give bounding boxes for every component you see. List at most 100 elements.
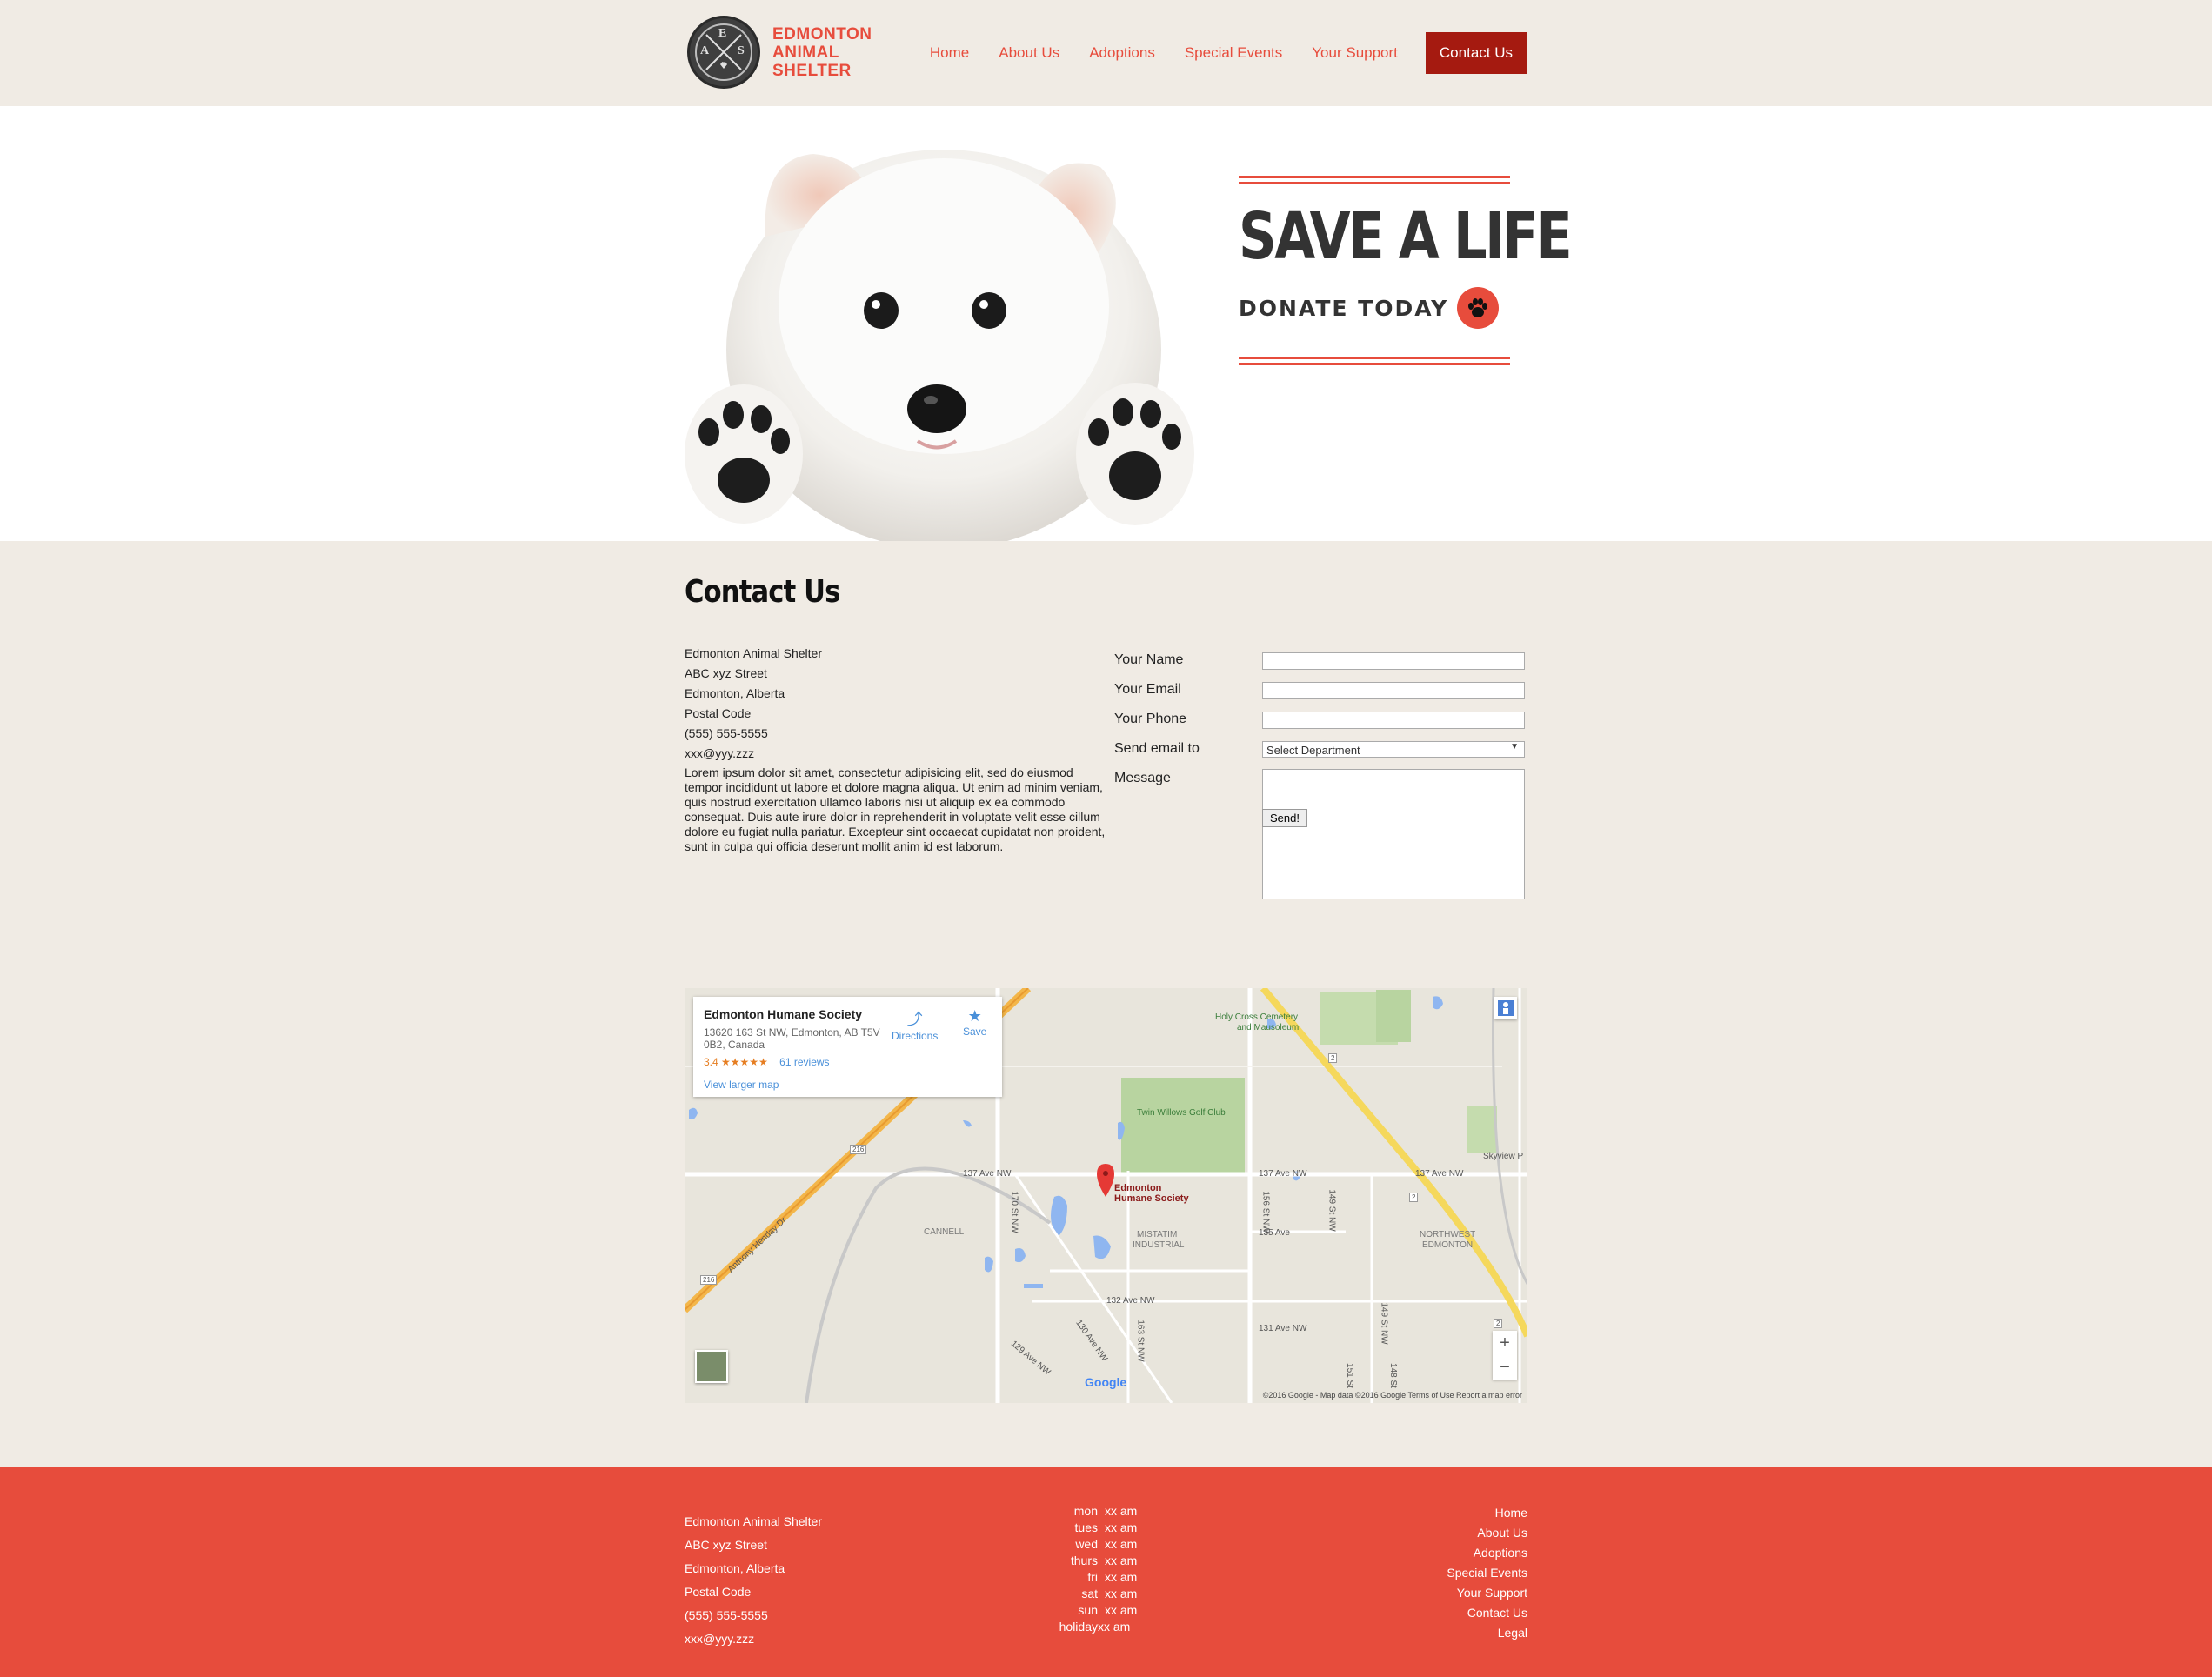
hero-banner: SAVE A LIFE DONATE TODAY — [0, 106, 2212, 541]
name-label: Your Name — [1114, 652, 1184, 667]
address-street: ABC xyz Street — [685, 666, 767, 680]
google-logo-text: Google — [1085, 1375, 1127, 1389]
footer-address-street: ABC xyz Street — [685, 1538, 767, 1552]
zoom-in-button[interactable]: + — [1493, 1331, 1517, 1355]
map-label-137-ave-b: 137 Ave NW — [1259, 1169, 1307, 1179]
footer-link-contact-us[interactable]: Contact Us — [1353, 1603, 1527, 1623]
directions-icon: ⤴ — [906, 1011, 923, 1028]
footer-link-your-support[interactable]: Your Support — [1353, 1583, 1527, 1603]
donate-row[interactable]: DONATE TODAY — [1239, 287, 1510, 329]
location-map[interactable]: Holy Cross Cemetery and Mausoleum Twin W… — [685, 988, 1527, 1403]
donate-today-link[interactable]: DONATE TODAY — [1239, 296, 1448, 321]
logo-badge-icon: A E S — [687, 16, 760, 89]
email-field[interactable] — [1262, 682, 1525, 699]
map-label-northwest: NORTHWEST — [1420, 1230, 1476, 1239]
hours-row: holiday xx am — [1053, 1619, 1137, 1635]
site-footer: Edmonton Animal Shelter ABC xyz Street E… — [0, 1467, 2212, 1677]
site-logo[interactable]: A E S EDMONTON ANIMAL SHELTER — [687, 16, 872, 89]
map-label-148-st: 148 St — [1387, 1363, 1398, 1388]
google-logo: Google — [1085, 1375, 1126, 1389]
map-reviews-link[interactable]: 61 reviews — [779, 1056, 829, 1068]
map-label-156-st: 156 St NW — [1260, 1191, 1271, 1233]
footer-link-legal[interactable]: Legal — [1353, 1623, 1527, 1643]
send-button[interactable]: Send! — [1262, 809, 1307, 827]
zoom-control: + − — [1493, 1331, 1517, 1380]
map-shield-2-a: 2 — [1328, 1053, 1338, 1063]
map-place-address: 13620 163 St NW, Edmonton, AB T5V 0B2, C… — [704, 1026, 880, 1051]
map-label-cemetery: Holy Cross Cemetery — [1215, 1012, 1299, 1022]
map-label-cemetery-2: and Mausoleum — [1237, 1023, 1300, 1032]
map-label-170-st: 170 St NW — [1009, 1191, 1019, 1233]
department-label: Send email to — [1114, 741, 1200, 756]
zoom-out-button[interactable]: − — [1493, 1355, 1517, 1380]
directions-button[interactable]: ⤴ Directions — [892, 1007, 938, 1042]
nav-special-events[interactable]: Special Events — [1185, 44, 1282, 62]
hours-day: sat — [1081, 1587, 1098, 1600]
address-name: Edmonton Animal Shelter — [685, 646, 822, 660]
name-field[interactable] — [1262, 652, 1525, 670]
map-attribution[interactable]: ©2016 Google - Map data ©2016 Google Ter… — [1263, 1391, 1522, 1400]
address-postal: Postal Code — [685, 706, 752, 720]
logo-letter-e: E — [718, 27, 727, 40]
nav-about-us[interactable]: About Us — [999, 44, 1059, 62]
address-phone: (555) 555-5555 — [685, 726, 768, 740]
map-label-industrial: INDUSTRIAL — [1133, 1240, 1185, 1250]
map-marker-label-2: Humane Society — [1114, 1193, 1189, 1204]
hours-time: xx am — [1098, 1620, 1131, 1634]
map-rating: 3.4 ★★★★★ 61 reviews — [704, 1056, 992, 1068]
map-label-golf: Twin Willows Golf Club — [1137, 1108, 1226, 1118]
phone-field[interactable] — [1262, 712, 1525, 729]
paw-icon[interactable] — [1457, 287, 1500, 329]
contact-section: Contact Us Edmonton Animal Shelter ABC x… — [685, 574, 1528, 899]
message-label: Message — [1114, 771, 1171, 785]
donate-callout[interactable]: SAVE A LIFE DONATE TODAY — [1239, 176, 1573, 365]
map-label-132-ave: 132 Ave NW — [1106, 1296, 1155, 1306]
save-place-button[interactable]: ★ Save — [963, 1007, 986, 1038]
hours-row: sat xx am — [1053, 1586, 1137, 1602]
map-shield-2-b: 2 — [1409, 1193, 1419, 1202]
page-title: Contact Us — [685, 574, 840, 610]
hours-day: mon — [1073, 1504, 1098, 1518]
footer-link-home[interactable]: Home — [1353, 1503, 1527, 1523]
satellite-toggle-button[interactable] — [695, 1350, 728, 1383]
map-shield-216-a: 216 — [850, 1145, 867, 1154]
footer-link-special-events[interactable]: Special Events — [1353, 1563, 1527, 1583]
contact-form: Your Name Your Email Your Phone Send ema… — [1114, 651, 1532, 908]
nav-home[interactable]: Home — [930, 44, 969, 62]
footer-address-email: xxx@yyy.zzz — [685, 1632, 755, 1646]
main-nav: Home About Us Adoptions Special Events Y… — [900, 32, 1527, 74]
hours-time: xx am — [1105, 1587, 1138, 1600]
dropdown-arrow-icon: ▼ — [1510, 742, 1519, 752]
map-label-131-ave: 131 Ave NW — [1259, 1324, 1307, 1333]
contact-blurb: Lorem ipsum dolor sit amet, consectetur … — [685, 765, 1106, 853]
map-marker-label: Edmonton Humane Society — [1114, 1183, 1189, 1204]
hours-row: thurs xx am — [1053, 1553, 1137, 1569]
map-info-card: Edmonton Humane Society 13620 163 St NW,… — [693, 997, 1002, 1097]
site-header: A E S EDMONTON ANIMAL SHELTER Home About… — [0, 0, 2212, 106]
footer-link-adoptions[interactable]: Adoptions — [1353, 1543, 1527, 1563]
map-label-149-st-b: 149 St NW — [1379, 1302, 1389, 1345]
street-view-pegman-icon[interactable] — [1494, 997, 1517, 1019]
map-label-137-ave-c: 137 Ave NW — [1415, 1169, 1464, 1179]
hours-row: fri xx am — [1053, 1569, 1137, 1586]
footer-address: Edmonton Animal Shelter ABC xyz Street E… — [685, 1510, 822, 1651]
phone-label: Your Phone — [1114, 712, 1187, 726]
nav-adoptions[interactable]: Adoptions — [1089, 44, 1155, 62]
hours-day: holiday — [1059, 1620, 1098, 1634]
nav-your-support[interactable]: Your Support — [1312, 44, 1398, 62]
map-rating-stars-icon: ★★★★★ — [721, 1056, 768, 1068]
hours-day: fri — [1087, 1570, 1098, 1584]
hours-time: xx am — [1105, 1504, 1138, 1518]
footer-link-about-us[interactable]: About Us — [1353, 1523, 1527, 1543]
email-label: Your Email — [1114, 682, 1181, 697]
save-label: Save — [963, 1026, 987, 1038]
footer-hours: mon xx am tues xx am wed xx am thurs xx am f… — [1053, 1503, 1138, 1635]
star-icon: ★ — [967, 1007, 982, 1025]
message-field[interactable] — [1262, 769, 1525, 899]
nav-contact-us[interactable]: Contact Us — [1425, 32, 1527, 74]
hours-time: xx am — [1105, 1570, 1138, 1584]
bottom-double-rule — [1239, 357, 1510, 365]
logo-line-2: ANIMAL — [772, 43, 839, 62]
view-larger-map-link[interactable]: View larger map — [704, 1079, 992, 1091]
department-select[interactable]: Select Department ▼ — [1262, 741, 1525, 758]
